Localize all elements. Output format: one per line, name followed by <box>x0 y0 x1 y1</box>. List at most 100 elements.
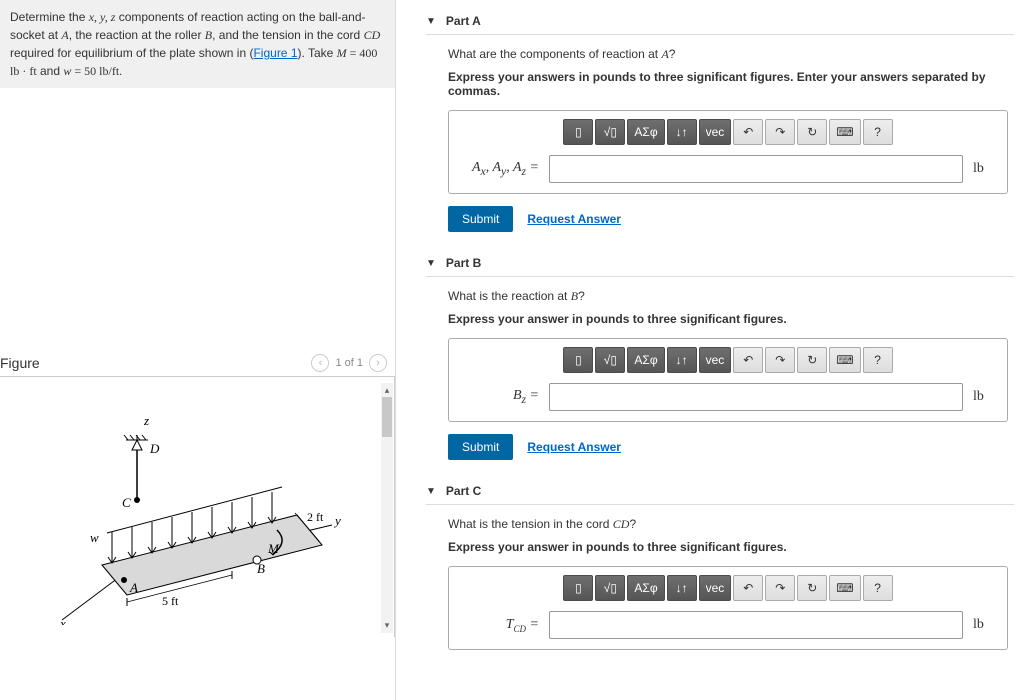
label-C: C <box>122 495 131 510</box>
submit-row: Submit Request Answer <box>448 434 1014 460</box>
vec-button[interactable]: vec <box>699 575 732 601</box>
greek-button[interactable]: ΑΣφ <box>627 347 664 373</box>
label-A: A <box>129 580 138 595</box>
part-b-body: What is the reaction at B? Express your … <box>426 277 1014 470</box>
answer-toolbar: ▯ √▯ ΑΣφ ↓↑ vec ↶ ↷ ↻ ⌨ ? <box>459 347 997 373</box>
figure-link[interactable]: Figure 1 <box>253 46 297 60</box>
sqrt-frac-button[interactable]: √▯ <box>595 347 625 373</box>
part-c-body: What is the tension in the cord CD? Expr… <box>426 505 1014 660</box>
fig-next-button[interactable]: › <box>369 354 387 372</box>
greek-button[interactable]: ΑΣφ <box>627 575 664 601</box>
answer-input[interactable] <box>549 155 963 183</box>
fig-prev-button[interactable]: ‹ <box>311 354 329 372</box>
answer-row: Bz = lb <box>459 383 997 411</box>
vec-button[interactable]: vec <box>699 347 732 373</box>
scroll-down-icon[interactable]: ▾ <box>381 619 393 633</box>
scroll-up-icon[interactable]: ▴ <box>381 383 393 397</box>
scroll-thumb[interactable] <box>382 397 392 437</box>
undo-button[interactable]: ↶ <box>733 347 763 373</box>
answer-toolbar: ▯ √▯ ΑΣφ ↓↑ vec ↶ ↷ ↻ ⌨ ? <box>459 575 997 601</box>
part-b-title: Part B <box>446 256 481 270</box>
reset-button[interactable]: ↻ <box>797 119 827 145</box>
axis-x-label: x <box>59 616 66 625</box>
figure-scrollbar[interactable]: ▴ ▾ <box>381 383 393 633</box>
figure-heading: Figure <box>0 355 40 371</box>
part-c-header[interactable]: ▼ Part C <box>426 478 1014 505</box>
part-c-question: What is the tension in the cord CD? <box>448 517 1014 532</box>
answer-variable-label: TCD = <box>459 617 539 633</box>
submit-row: Submit Request Answer <box>448 206 1014 232</box>
txt: ). Take <box>298 46 337 60</box>
template-button[interactable]: ▯ <box>563 119 593 145</box>
part-c-input-panel: ▯ √▯ ΑΣφ ↓↑ vec ↶ ↷ ↻ ⌨ ? TCD = lb <box>448 566 1008 650</box>
problem-statement: Determine the x, y, z components of reac… <box>0 0 395 88</box>
figure-container: x y z D C w A B M 5 ft 2 ft ▴ ▾ <box>0 377 395 637</box>
subscript-arrows-button[interactable]: ↓↑ <box>667 575 697 601</box>
answer-variable-label: Bz = <box>459 388 539 406</box>
var-M: M <box>337 46 347 60</box>
submit-button[interactable]: Submit <box>448 206 513 232</box>
left-column: Determine the x, y, z components of reac… <box>0 0 395 700</box>
txt: , the reaction at the roller <box>69 28 205 42</box>
answer-toolbar: ▯ √▯ ΑΣφ ↓↑ vec ↶ ↷ ↻ ⌨ ? <box>459 119 997 145</box>
answer-row: Ax, Ay, Az = lb <box>459 155 997 183</box>
right-column: ▼ Part A What are the components of reac… <box>395 0 1024 700</box>
part-a-question: What are the components of reaction at A… <box>448 47 1014 62</box>
undo-button[interactable]: ↶ <box>733 119 763 145</box>
txt: and <box>37 64 64 78</box>
redo-button[interactable]: ↷ <box>765 575 795 601</box>
request-answer-link[interactable]: Request Answer <box>527 212 621 226</box>
subscript-arrows-button[interactable]: ↓↑ <box>667 119 697 145</box>
answer-input[interactable] <box>549 383 963 411</box>
keyboard-button[interactable]: ⌨ <box>829 347 860 373</box>
answer-input[interactable] <box>549 611 963 639</box>
undo-button[interactable]: ↶ <box>733 575 763 601</box>
dim-2ft: 2 ft <box>307 510 324 524</box>
figure-nav: ‹ 1 of 1 › <box>311 354 387 372</box>
help-button[interactable]: ? <box>863 119 893 145</box>
figure-header: Figure ‹ 1 of 1 › <box>0 348 395 377</box>
submit-button[interactable]: Submit <box>448 434 513 460</box>
axis-z-label: z <box>143 413 149 428</box>
label-M: M <box>267 541 280 556</box>
txt: Determine the <box>10 10 89 24</box>
subscript-arrows-button[interactable]: ↓↑ <box>667 347 697 373</box>
help-button[interactable]: ? <box>863 347 893 373</box>
template-button[interactable]: ▯ <box>563 575 593 601</box>
keyboard-button[interactable]: ⌨ <box>829 575 860 601</box>
collapse-icon: ▼ <box>426 486 436 497</box>
part-b-header[interactable]: ▼ Part B <box>426 250 1014 277</box>
redo-button[interactable]: ↷ <box>765 119 795 145</box>
redo-button[interactable]: ↷ <box>765 347 795 373</box>
sqrt-frac-button[interactable]: √▯ <box>595 575 625 601</box>
var-A: A <box>61 28 68 42</box>
collapse-icon: ▼ <box>426 258 436 269</box>
collapse-icon: ▼ <box>426 16 436 27</box>
template-button[interactable]: ▯ <box>563 347 593 373</box>
part-c-title: Part C <box>446 484 481 498</box>
txt: , and the tension in the cord <box>212 28 363 42</box>
reset-button[interactable]: ↻ <box>797 347 827 373</box>
label-B: B <box>257 561 265 576</box>
request-answer-link[interactable]: Request Answer <box>527 440 621 454</box>
part-b-question: What is the reaction at B? <box>448 289 1014 304</box>
keyboard-button[interactable]: ⌨ <box>829 119 860 145</box>
figure-counter: 1 of 1 <box>335 357 363 369</box>
part-a-body: What are the components of reaction at A… <box>426 35 1014 242</box>
part-a-title: Part A <box>446 14 481 28</box>
reset-button[interactable]: ↻ <box>797 575 827 601</box>
part-a-instructions: Express your answers in pounds to three … <box>448 70 1014 98</box>
greek-button[interactable]: ΑΣφ <box>627 119 664 145</box>
vec-button[interactable]: vec <box>699 119 732 145</box>
sqrt-frac-button[interactable]: √▯ <box>595 119 625 145</box>
label-w: w <box>90 530 99 545</box>
part-a-input-panel: ▯ √▯ ΑΣφ ↓↑ vec ↶ ↷ ↻ ⌨ ? Ax, Ay, Az = l… <box>448 110 1008 194</box>
part-b-input-panel: ▯ √▯ ΑΣφ ↓↑ vec ↶ ↷ ↻ ⌨ ? Bz = lb <box>448 338 1008 422</box>
figure-svg: x y z D C w A B M 5 ft 2 ft <box>32 395 362 625</box>
dim-5ft: 5 ft <box>162 594 179 608</box>
label-D: D <box>149 441 160 456</box>
part-c-instructions: Express your answer in pounds to three s… <box>448 540 1014 554</box>
help-button[interactable]: ? <box>863 575 893 601</box>
xyz: x, y, z <box>89 10 116 24</box>
part-a-header[interactable]: ▼ Part A <box>426 8 1014 35</box>
